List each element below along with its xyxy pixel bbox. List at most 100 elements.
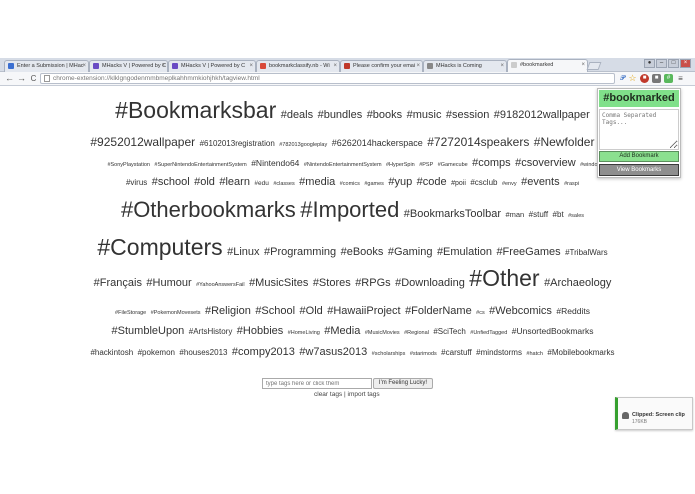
feeling-lucky-button[interactable]: I'm Feeling Lucky! [373,378,433,389]
tag-link[interactable]: #Gamecube [438,162,468,168]
browser-tab[interactable]: #bookmarked × [507,59,588,72]
tag-link[interactable]: #Imported [300,197,399,222]
tag-link[interactable]: #Other [469,265,539,291]
tag-link[interactable]: #UnfiedTagged [470,330,507,336]
tag-link[interactable]: #books [367,109,402,121]
tag-link[interactable]: #HomeLiving [288,330,320,336]
tag-link[interactable]: #Humour [146,277,191,289]
tag-link[interactable]: #poii [451,180,466,187]
tag-link[interactable]: #carstuff [441,348,472,357]
user-icon[interactable]: ● [644,59,655,68]
reload-button[interactable]: C [28,73,39,84]
tag-link[interactable]: #yup [388,176,412,188]
tag-link[interactable]: #PokemonMovesets [151,310,201,316]
tag-link[interactable]: #SonyPlaystation [107,162,150,168]
tag-link[interactable]: #UnsortedBookmarks [512,326,594,336]
tag-link[interactable]: #6262014hackerspace [332,138,423,148]
tag-link[interactable]: #Archaeology [544,277,611,289]
tag-link[interactable]: #SciTech [433,327,465,336]
clip-notification[interactable]: Clipped: Screen clip 176KB [615,397,693,430]
tag-link[interactable]: #Computers [97,234,222,260]
browser-tab[interactable]: Enter a Submission | MHac × [4,60,89,72]
tag-link[interactable]: #MusicMovies [365,330,400,336]
tag-link[interactable]: #BookmarksToolbar [404,208,501,220]
tab-close-icon[interactable]: × [161,61,165,71]
tag-link[interactable]: #Old [300,305,323,317]
tag-link[interactable]: #hatch [526,351,543,357]
new-tab-button[interactable] [586,62,602,70]
tag-link[interactable]: #man [505,210,524,219]
tag-link[interactable]: #Religion [205,305,251,317]
tag-link[interactable]: #sales [568,213,584,219]
tag-link[interactable]: #Hobbies [237,325,283,337]
tag-link[interactable]: #virus [126,178,147,187]
tag-link[interactable]: #HawaiiProject [327,305,400,317]
tag-link[interactable]: #YahooAnswersFail [196,282,245,288]
import-tags-link[interactable]: import tags [348,391,380,398]
bookmarked-extension-icon[interactable]: # [664,74,673,83]
tag-link[interactable]: #9252012wallpaper [90,135,195,149]
tag-link[interactable]: #SuperNintendoEntertainmentSystem [154,162,246,168]
tag-link[interactable]: #code [417,176,447,188]
tag-link[interactable]: #Nintendo64 [251,158,299,168]
view-bookmarks-button[interactable]: View Bookmarks [599,164,679,176]
clear-tags-link[interactable]: clear tags [314,391,342,398]
tag-link[interactable]: #comics [340,181,360,187]
browser-tab[interactable]: Please confirm your emai × [340,60,423,72]
tag-link[interactable]: #FileStorage [115,310,146,316]
tag-link[interactable]: #PSP [419,162,433,168]
tag-link[interactable]: #Reddits [556,306,590,316]
tag-link[interactable]: #games [364,181,384,187]
tag-link[interactable]: #session [446,109,489,121]
extension-icon[interactable]: ■ [652,74,661,83]
adblock-icon[interactable]: ■ [640,74,649,83]
tag-link[interactable]: #TribalWars [565,248,608,257]
tag-link[interactable]: #Programming [264,246,336,258]
tag-link[interactable]: #FolderName [405,305,472,317]
tag-search-input[interactable] [262,378,372,389]
tag-link[interactable]: #Gaming [388,246,433,258]
tag-link[interactable]: #Mobilebookmarks [547,348,614,357]
tags-input[interactable] [599,109,679,150]
tag-link[interactable]: #hackintosh [90,348,133,357]
browser-tab[interactable]: MHacks is Coming × [423,60,507,72]
tag-link[interactable]: #6102013registration [200,139,275,148]
tag-link[interactable]: #Media [324,325,360,337]
close-window-button[interactable]: × [680,59,691,68]
forward-button[interactable]: → [16,73,27,84]
tag-link[interactable]: #HyperSpin [386,162,415,168]
tag-link[interactable]: #RPGs [355,277,390,289]
tag-link[interactable]: #music [407,109,442,121]
tab-close-icon[interactable]: × [249,61,253,71]
tag-link[interactable]: #StumbleUpon [112,325,185,337]
tag-link[interactable]: #csclub [470,178,497,187]
translate-icon[interactable]: 𝓟 [618,74,627,83]
tab-close-icon[interactable]: × [581,60,585,70]
tag-link[interactable]: #scholarships [372,351,406,357]
tag-link[interactable]: #FreeGames [496,246,560,258]
tag-link[interactable]: #ArtsHistory [189,327,233,336]
tag-link[interactable]: #Français [94,277,142,289]
back-button[interactable]: ← [4,73,15,84]
tag-link[interactable]: #7272014speakers [427,135,529,149]
tag-link[interactable]: #MusicSites [249,277,308,289]
browser-tab[interactable]: bookmarkclassify.nb - Wi × [256,60,340,72]
tag-link[interactable]: #Emulation [437,246,492,258]
tag-link[interactable]: #Bookmarksbar [115,97,276,123]
menu-icon[interactable]: ≡ [676,74,685,83]
tag-link[interactable]: #starimods [410,351,437,357]
tag-link[interactable]: #classes [273,181,294,187]
tag-link[interactable]: #mindstorms [476,348,522,357]
tag-link[interactable]: #comps [472,157,511,169]
address-bar[interactable]: chrome-extension://klklgngodenmmbmeplkah… [40,73,615,84]
browser-tab[interactable]: MHacks V | Powered by C × [89,60,168,72]
tab-close-icon[interactable]: × [82,61,86,71]
tag-link[interactable]: #envy [502,181,517,187]
tag-link[interactable]: #windo [580,162,597,168]
tag-link[interactable]: #media [299,176,335,188]
minimize-button[interactable]: – [656,59,667,68]
tag-link[interactable]: #school [152,176,190,188]
tag-link[interactable]: #compy2013 [232,346,295,358]
tag-link[interactable]: #782013googleplay [279,142,327,148]
tag-link[interactable]: #School [255,305,295,317]
